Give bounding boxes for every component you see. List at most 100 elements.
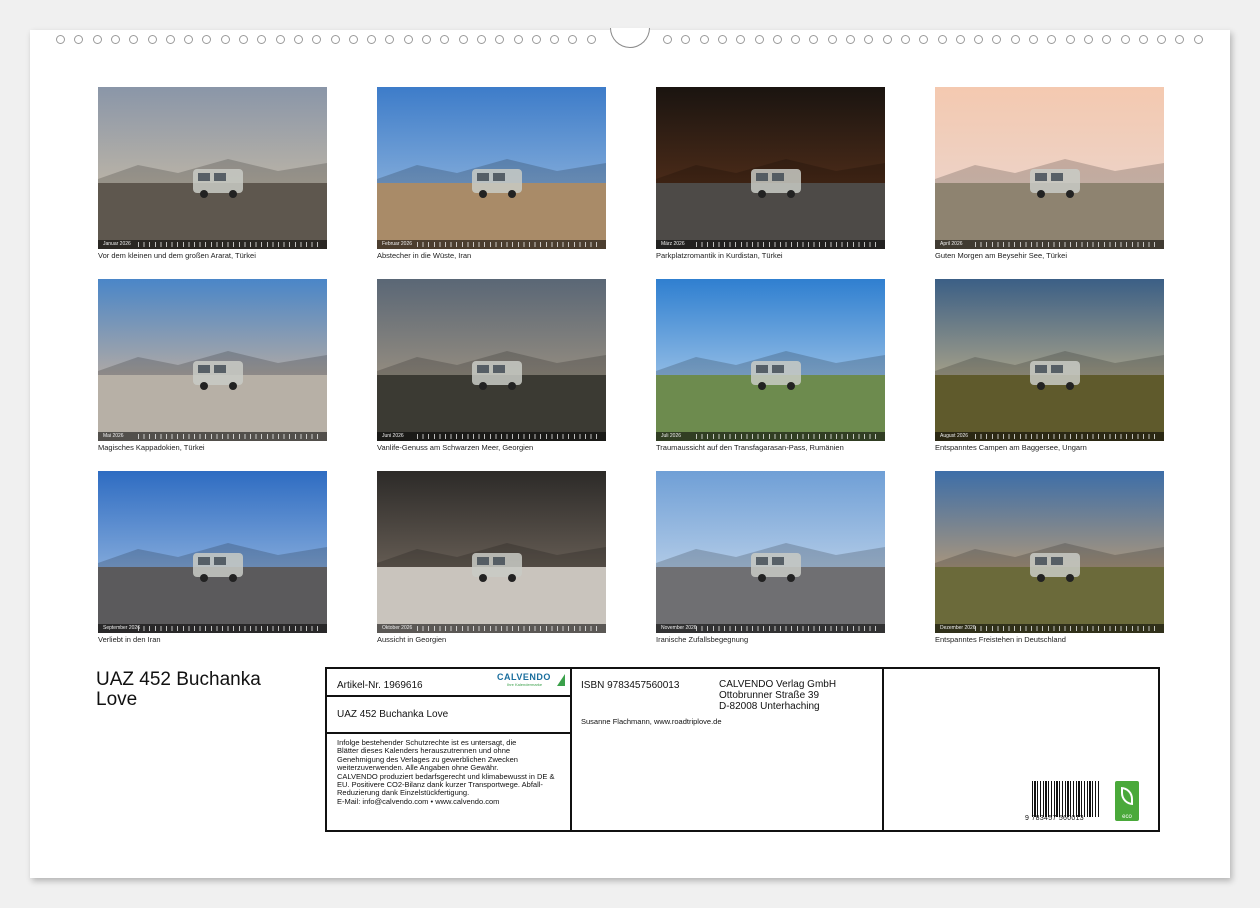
calendar-day-strip: Oktober 2026 (377, 624, 606, 633)
binding-hole (385, 35, 395, 44)
month-photo: Juni 2026 (377, 279, 606, 441)
month-label: März 2026 (661, 241, 685, 247)
binding-hole (1120, 35, 1130, 44)
divider (327, 732, 572, 734)
day-cells (696, 242, 876, 247)
calendar-day-strip: September 2026 (98, 624, 327, 633)
month-label: August 2026 (940, 433, 969, 439)
publisher-city: D-82008 Unterhaching (719, 701, 820, 712)
binding-hole (495, 35, 505, 44)
binding-hole (864, 35, 874, 44)
binding-hole (550, 35, 560, 44)
binding-hole (293, 35, 303, 44)
binding-hole (754, 35, 764, 44)
day-cells (975, 434, 1155, 439)
binding-hole (440, 35, 450, 44)
calendar-day-strip: Juni 2026 (377, 432, 606, 441)
photo-caption: Magisches Kappadokien, Türkei (98, 443, 205, 452)
day-cells (975, 626, 1155, 631)
binding-hole (846, 35, 855, 44)
calendar-title: UAZ 452 Buchanka Love (96, 669, 261, 710)
binding-hole (882, 35, 892, 44)
day-cells (696, 626, 876, 631)
binding-hole (1065, 35, 1075, 44)
binding-hole (736, 35, 746, 44)
binding-hole (992, 35, 1002, 44)
day-cells (417, 242, 597, 247)
calendar-day-strip: März 2026 (656, 240, 885, 249)
binding-hole (699, 35, 709, 44)
calendar-sheet: Januar 2026 Vor dem kleinen und dem große… (30, 28, 1230, 878)
logo-mark-icon (557, 674, 565, 686)
day-cells (417, 434, 597, 439)
photo-caption: Traumaussicht auf den Transfagarasan-Pas… (656, 443, 844, 452)
binding-hole (937, 35, 947, 44)
binding-hole (955, 35, 965, 44)
calendar-day-strip: Februar 2026 (377, 240, 606, 249)
calendar-day-strip: Dezember 2026 (935, 624, 1164, 633)
legal-notice: Infolge bestehender Schutzrechte ist es … (337, 738, 555, 806)
binding-hole (1157, 35, 1167, 44)
logo-text: CALVENDO (497, 672, 551, 682)
month-photo: März 2026 (656, 87, 885, 249)
month-label: September 2026 (103, 625, 140, 631)
logo-subtitle: Ihre Kalendermarke (507, 682, 543, 687)
divider (327, 695, 572, 697)
photo-caption: Entspanntes Campen am Baggersee, Ungarn (935, 443, 1087, 452)
calendar-day-strip: Januar 2026 (98, 240, 327, 249)
photo-caption: Entspanntes Freistehen in Deutschland (935, 635, 1066, 644)
binding-hole (330, 35, 340, 44)
binding-hole (239, 35, 248, 44)
calendar-day-strip: Juli 2026 (656, 432, 885, 441)
product-title: UAZ 452 Buchanka Love (337, 709, 449, 720)
binding-hole (220, 35, 230, 44)
month-label: November 2026 (661, 625, 697, 631)
binding-hole (1047, 35, 1057, 44)
binding-hole (1175, 35, 1185, 44)
binding-hole (257, 35, 267, 44)
binding-hole (1083, 35, 1093, 44)
month-label: Juli 2026 (661, 433, 682, 439)
calendar-day-strip: Mai 2026 (98, 432, 327, 441)
binding-hole (791, 35, 801, 44)
month-photo: Oktober 2026 (377, 471, 606, 633)
month-photo: Januar 2026 (98, 87, 327, 249)
month-photo: November 2026 (656, 471, 885, 633)
binding-hole (513, 35, 523, 44)
binding-hole (586, 35, 596, 44)
photo-caption: Vanlife-Genuss am Schwarzen Meer, Georgi… (377, 443, 534, 452)
calendar-day-strip: August 2026 (935, 432, 1164, 441)
month-photo: Dezember 2026 (935, 471, 1164, 633)
photo-caption: Verliebt in den Iran (98, 635, 161, 644)
eco-badge: eco (1115, 781, 1139, 821)
month-photo: Juli 2026 (656, 279, 885, 441)
binding-hole (974, 35, 984, 44)
author-credit: Susanne Flachmann, www.roadtriplove.de (581, 717, 722, 726)
leaf-icon (1121, 787, 1133, 805)
binding-hole (422, 35, 431, 44)
month-label: Oktober 2026 (382, 625, 413, 631)
binding-hole (202, 35, 212, 44)
binding-hole (663, 35, 672, 44)
day-cells (138, 242, 318, 247)
info-box: Artikel-Nr. 1969616 CALVENDO Ihre Kalend… (325, 667, 1160, 832)
eco-label: eco (1122, 814, 1132, 820)
photo-caption: Guten Morgen am Beysehir See, Türkei (935, 251, 1068, 260)
month-photo: Mai 2026 (98, 279, 327, 441)
isbn: ISBN 9783457560013 (581, 680, 680, 691)
binding-hole (56, 35, 65, 44)
binding-hole (184, 35, 194, 44)
binding-hole (809, 35, 819, 44)
photo-caption: Abstecher in die Wüste, Iran (377, 251, 472, 260)
binding-hole (367, 35, 377, 44)
binding-hole (74, 35, 84, 44)
month-label: Juni 2026 (382, 433, 404, 439)
month-label: Januar 2026 (103, 241, 131, 247)
binding-hole (147, 35, 157, 44)
month-label: April 2026 (940, 241, 963, 247)
photo-caption: Aussicht in Georgien (377, 635, 447, 644)
month-label: Februar 2026 (382, 241, 413, 247)
month-label: Dezember 2026 (940, 625, 976, 631)
photo-caption: Parkplatzromantik in Kurdistan, Türkei (656, 251, 783, 260)
binding-hole (568, 35, 578, 44)
